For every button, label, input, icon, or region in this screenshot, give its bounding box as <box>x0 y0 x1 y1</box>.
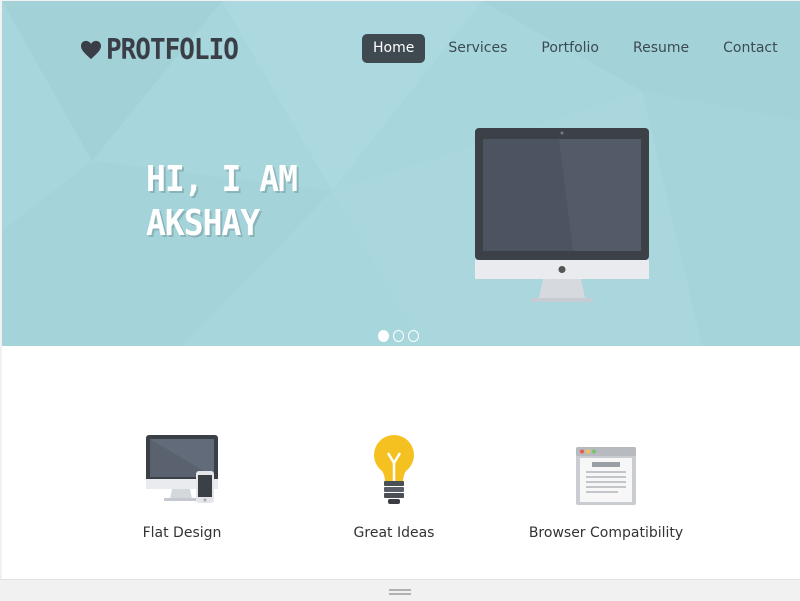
heart-icon <box>81 40 101 60</box>
menu-handle-icon[interactable] <box>389 589 411 595</box>
hero-banner: PROTFOLIO Home Services Portfolio Resume… <box>2 1 800 346</box>
nav-services[interactable]: Services <box>437 34 518 63</box>
feature-browser-compatibility: Browser Compatibility <box>506 431 706 541</box>
brand-name: PROTFOLIO <box>106 33 239 67</box>
nav-home[interactable]: Home <box>362 34 426 63</box>
imac-icon <box>475 128 649 302</box>
hero-headline-line1: HI, I AM <box>146 157 298 200</box>
slider-dot-3[interactable] <box>408 330 419 342</box>
hero-headline-line2: AKSHAY <box>146 201 260 244</box>
slider-dot-1[interactable] <box>378 330 389 342</box>
slider-dots <box>378 330 419 342</box>
nav-resume[interactable]: Resume <box>622 34 700 63</box>
feature-flat-design: Flat Design <box>82 431 282 541</box>
hero-headline: HI, I AM AKSHAY <box>146 157 376 245</box>
slider-dot-2[interactable] <box>393 330 404 342</box>
main-nav: Home Services Portfolio Resume Contact <box>362 34 800 63</box>
page: PROTFOLIO Home Services Portfolio Resume… <box>2 1 800 579</box>
feature-label: Flat Design <box>142 525 222 541</box>
nav-contact[interactable]: Contact <box>712 34 788 63</box>
lightbulb-icon <box>374 435 414 504</box>
devices-icon <box>146 435 218 503</box>
feature-label: Great Ideas <box>353 525 435 541</box>
footer-bar <box>0 579 800 601</box>
nav-portfolio[interactable]: Portfolio <box>530 34 610 63</box>
feature-label: Browser Compatibility <box>528 525 684 541</box>
browser-window-icon <box>576 447 636 505</box>
brand-logo[interactable]: PROTFOLIO <box>80 33 239 67</box>
feature-great-ideas: Great Ideas <box>294 431 494 541</box>
